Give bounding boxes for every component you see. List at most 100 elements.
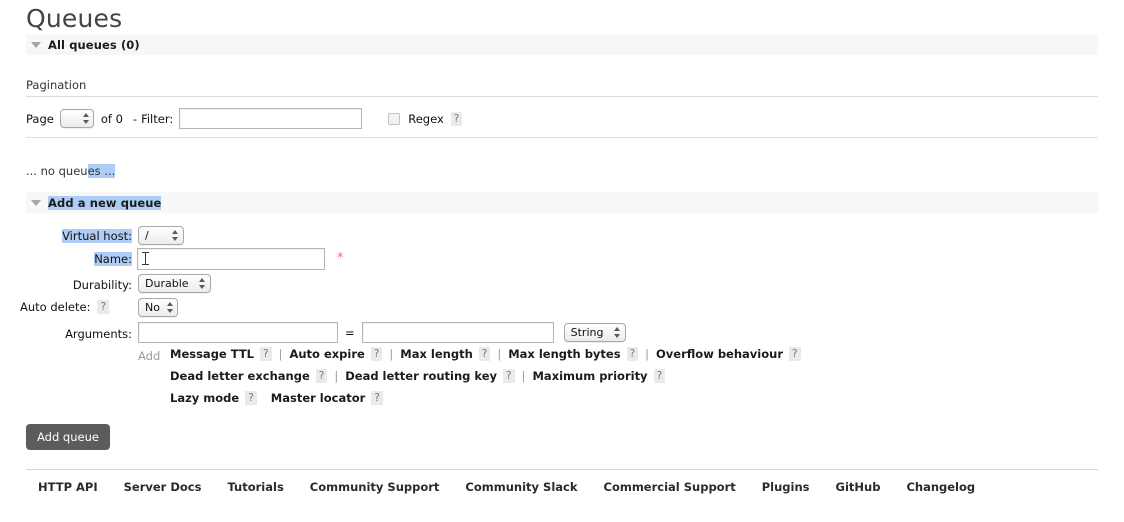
preset-max-length-bytes[interactable]: Max length bytes: [508, 347, 620, 361]
pagination-controls: Page of 0 - Filter: Regex ?: [26, 108, 463, 129]
preset-maximum-priority[interactable]: Maximum priority: [532, 369, 647, 383]
empty-state-prefix: ... no queu: [26, 164, 88, 178]
select-arrows-icon[interactable]: [613, 326, 621, 339]
footer-link-server-docs[interactable]: Server Docs: [124, 480, 202, 494]
select-arrows-icon[interactable]: [166, 301, 173, 314]
preset-separator: |: [278, 346, 283, 361]
preset-message-ttl[interactable]: Message TTL: [170, 347, 254, 361]
preset-dead-letter-routing-key-help-icon[interactable]: ?: [503, 368, 515, 383]
preset-auto-expire[interactable]: Auto expire: [289, 347, 364, 361]
argument-presets: Message TTL ? | Auto expire ? | Max leng…: [170, 345, 801, 411]
argument-preset-row: Lazy mode ? Master locator ?: [170, 389, 801, 406]
pagination-divider: [26, 96, 1098, 97]
name-label-wrap: Name:: [20, 252, 132, 266]
add-queue-section-header[interactable]: Add a new queue: [26, 192, 1098, 213]
pagination-dash: -: [132, 111, 138, 126]
arguments-label: Arguments:: [65, 327, 132, 341]
select-arrows-icon[interactable]: [172, 229, 179, 242]
footer-link-github[interactable]: GitHub: [836, 480, 881, 494]
auto-delete-label: Auto delete:: [20, 300, 91, 314]
regex-label: Regex: [408, 111, 444, 126]
virtual-host-label: Virtual host:: [62, 229, 132, 243]
footer-link-tutorials[interactable]: Tutorials: [227, 480, 283, 494]
text-cursor-icon: [142, 252, 149, 265]
footer-link-commercial-support[interactable]: Commercial Support: [604, 480, 736, 494]
preset-dead-letter-exchange[interactable]: Dead letter exchange: [170, 369, 310, 383]
auto-delete-label-row: Auto delete: ?: [20, 300, 110, 314]
preset-dead-letter-exchange-help-icon[interactable]: ?: [315, 368, 328, 383]
name-required-asterisk: *: [337, 251, 344, 266]
durability-label: Durability:: [72, 278, 132, 292]
empty-state-selected: es ...: [87, 164, 116, 178]
argument-type-value: String: [570, 326, 604, 339]
auto-delete-value: No: [145, 301, 160, 314]
page-total-label: of 0: [100, 111, 123, 126]
preset-separator: |: [497, 346, 502, 361]
triangle-down-icon[interactable]: [31, 41, 41, 48]
preset-separator: |: [389, 346, 394, 361]
preset-master-locator[interactable]: Master locator: [271, 391, 366, 405]
argument-preset-row: Dead letter exchange ? | Dead letter rou…: [170, 367, 801, 384]
footer-links: HTTP API Server Docs Tutorials Community…: [38, 480, 1001, 494]
empty-state-text: ... no queues ...: [26, 164, 116, 178]
virtual-host-label-wrap: Virtual host:: [20, 229, 132, 243]
virtual-host-field: /: [138, 226, 184, 245]
footer-link-changelog[interactable]: Changelog: [906, 480, 975, 494]
argument-equals-sign: =: [345, 325, 355, 340]
select-arrows-icon[interactable]: [199, 277, 206, 290]
add-queue-button[interactable]: Add queue: [26, 424, 110, 450]
auto-delete-field: No: [138, 298, 178, 317]
preset-separator: |: [645, 346, 650, 361]
preset-max-length-help-icon[interactable]: ?: [478, 346, 491, 361]
triangle-down-icon[interactable]: [31, 199, 41, 206]
footer-link-http-api[interactable]: HTTP API: [38, 480, 98, 494]
preset-auto-expire-help-icon[interactable]: ?: [370, 346, 383, 361]
argument-preset-row: Message TTL ? | Auto expire ? | Max leng…: [170, 345, 801, 362]
preset-maximum-priority-help-icon[interactable]: ?: [653, 368, 666, 383]
pagination-bottom-divider: [26, 137, 1098, 138]
argument-key-input[interactable]: [138, 322, 338, 343]
regex-help-icon[interactable]: ?: [450, 111, 463, 126]
name-field: *: [137, 248, 344, 270]
virtual-host-value: /: [145, 229, 149, 242]
page-label: Page: [26, 111, 54, 126]
durability-field: Durable: [138, 274, 211, 293]
auto-delete-help-icon[interactable]: ?: [97, 300, 110, 314]
footer-divider: [26, 469, 1098, 470]
preset-overflow-behaviour[interactable]: Overflow behaviour: [656, 347, 783, 361]
preset-max-length-bytes-help-icon[interactable]: ?: [626, 346, 639, 361]
durability-select[interactable]: Durable: [138, 274, 211, 293]
filter-input[interactable]: [179, 108, 363, 129]
all-queues-label: All queues (0): [48, 37, 140, 52]
preset-master-locator-help-icon[interactable]: ?: [371, 390, 383, 405]
preset-separator: |: [334, 368, 339, 383]
preset-dead-letter-routing-key[interactable]: Dead letter routing key: [345, 369, 497, 383]
filter-label: Filter:: [141, 111, 174, 126]
name-label: Name:: [94, 252, 132, 266]
argument-type-select[interactable]: String: [563, 323, 626, 342]
footer-link-community-slack[interactable]: Community Slack: [465, 480, 577, 494]
name-input[interactable]: [137, 248, 325, 270]
preset-max-length[interactable]: Max length: [400, 347, 472, 361]
footer-link-plugins[interactable]: Plugins: [762, 480, 810, 494]
argument-value-input[interactable]: [361, 322, 554, 343]
stepper-arrows-icon[interactable]: [82, 112, 90, 125]
auto-delete-select[interactable]: No: [138, 298, 178, 317]
preset-lazy-mode[interactable]: Lazy mode: [170, 391, 239, 405]
footer-link-community-support[interactable]: Community Support: [310, 480, 440, 494]
arguments-field: = String: [138, 322, 626, 343]
page-title: Queues: [26, 4, 123, 33]
add-queue-label: Add a new queue: [48, 195, 162, 210]
pagination-heading: Pagination: [26, 78, 87, 92]
all-queues-section-header[interactable]: All queues (0): [26, 34, 1098, 55]
preset-message-ttl-help-icon[interactable]: ?: [260, 346, 272, 361]
preset-separator: |: [521, 368, 526, 383]
preset-lazy-mode-help-icon[interactable]: ?: [245, 390, 257, 405]
preset-overflow-behaviour-help-icon[interactable]: ?: [789, 346, 801, 361]
regex-checkbox[interactable]: [388, 112, 401, 125]
durability-value: Durable: [145, 277, 189, 290]
page-number-stepper[interactable]: [59, 109, 94, 128]
virtual-host-select[interactable]: /: [138, 226, 184, 245]
queues-page: Queues All queues (0) Pagination Page of…: [0, 0, 1124, 522]
add-argument-link[interactable]: Add: [138, 349, 160, 363]
